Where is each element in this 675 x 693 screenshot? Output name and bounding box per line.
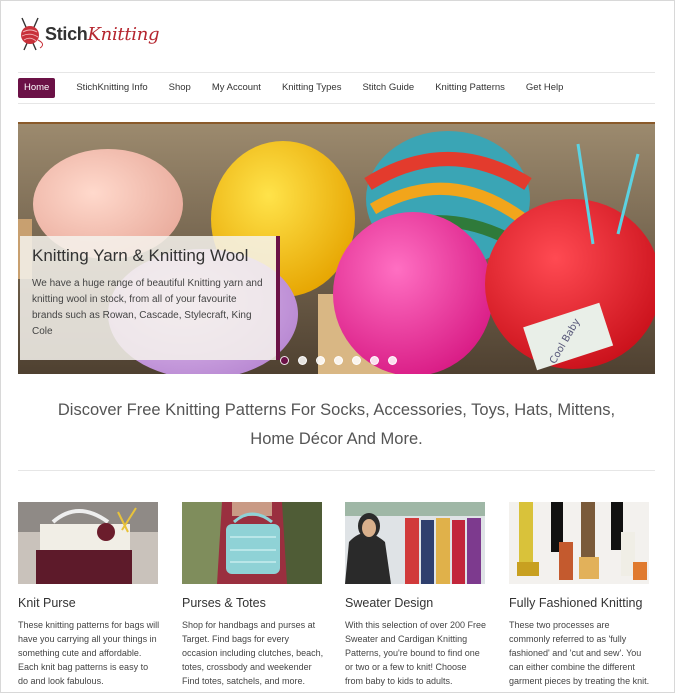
nav-item-get-help[interactable]: Get Help — [526, 78, 564, 98]
card-text: These knitting patterns for bags will ha… — [18, 620, 160, 686]
hero-slider[interactable]: Cool Baby Knitting Yarn & Knitting Wool … — [18, 122, 655, 374]
card-text: Shop for handbags and purses at Target. … — [182, 620, 324, 686]
slider-dot-7[interactable] — [388, 356, 397, 365]
slider-dot-5[interactable] — [352, 356, 361, 365]
tagline-line-2: Home Décor And More. — [250, 430, 423, 448]
main-nav: Home StichKnitting Info Shop My Account … — [18, 72, 655, 104]
hero-description: We have a huge range of beautiful Knitti… — [32, 278, 263, 337]
nav-item-stitch-guide[interactable]: Stitch Guide — [362, 78, 414, 98]
card-title[interactable]: Knit Purse — [18, 596, 160, 610]
slider-dot-4[interactable] — [334, 356, 343, 365]
slider-dot-6[interactable] — [370, 356, 379, 365]
site-logo[interactable]: StichKnitting — [18, 16, 160, 52]
nav-item-shop[interactable]: Shop — [169, 78, 191, 98]
nav-item-stichknitting-info[interactable]: StichKnitting Info — [76, 78, 147, 98]
knit-purse-image[interactable] — [18, 502, 158, 584]
card-fully-fashioned-knitting: Fully Fashioned Knitting These two proce… — [509, 502, 651, 688]
card-sweater-design: Sweater Design With this selection of ov… — [345, 502, 487, 688]
card-text: With this selection of over 200 Free Swe… — [345, 620, 487, 686]
tagline-line-1: Discover Free Knitting Patterns For Sock… — [57, 401, 616, 419]
card-title[interactable]: Sweater Design — [345, 596, 487, 610]
card-purses-totes: Purses & Totes Shop for handbags and pur… — [182, 502, 324, 688]
fully-fashioned-knitting-image[interactable] — [509, 502, 649, 584]
logo-text: StichKnitting — [45, 24, 160, 45]
yarn-ball-icon — [21, 17, 44, 51]
nav-item-home[interactable]: Home — [18, 78, 56, 98]
hero-title: Knitting Yarn & Knitting Wool — [32, 246, 249, 265]
sweater-design-image[interactable] — [345, 502, 485, 584]
card-title[interactable]: Fully Fashioned Knitting — [509, 596, 651, 610]
card-text: These two processes are commonly referre… — [509, 620, 650, 686]
section-divider — [18, 470, 655, 471]
nav-item-my-account[interactable]: My Account — [212, 78, 261, 98]
hero-caption: Knitting Yarn & Knitting Wool We have a … — [20, 236, 280, 360]
card-title[interactable]: Purses & Totes — [182, 596, 324, 610]
slider-dots — [280, 356, 406, 365]
slider-dot-3[interactable] — [316, 356, 325, 365]
slider-dot-1[interactable] — [280, 356, 289, 365]
nav-item-knitting-types[interactable]: Knitting Types — [282, 78, 342, 98]
purses-totes-image[interactable] — [182, 502, 322, 584]
logo-part-knitting: Knitting — [87, 24, 160, 45]
card-knit-purse: Knit Purse These knitting patterns for b… — [18, 502, 160, 688]
tagline: Discover Free Knitting Patterns For Sock… — [18, 396, 655, 454]
logo-part-stich: Stich — [45, 24, 88, 44]
nav-item-knitting-patterns[interactable]: Knitting Patterns — [435, 78, 505, 98]
slider-dot-2[interactable] — [298, 356, 307, 365]
